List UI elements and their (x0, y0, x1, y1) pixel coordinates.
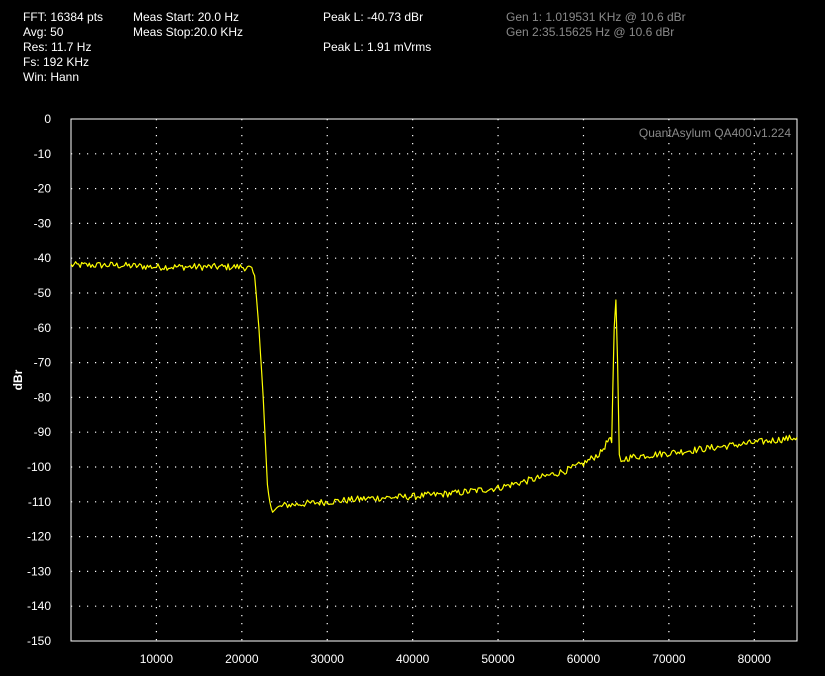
plot-frame (70, 118, 798, 642)
y-tick-label: -130 (27, 564, 51, 578)
y-axis-label: dBr (11, 369, 25, 390)
y-tick-label: -30 (34, 216, 52, 230)
x-tick-label: 20000 (225, 652, 259, 666)
x-axis-ticks: 10000 20000 30000 40000 50000 60000 70000 80000 (140, 652, 772, 666)
y-tick-label: 0 (44, 112, 51, 126)
y-tick-label: -90 (34, 425, 52, 439)
y-tick-label: -110 (28, 495, 51, 509)
y-tick-label: -80 (34, 390, 52, 404)
y-tick-label: -10 (34, 147, 52, 161)
x-tick-label: 50000 (481, 652, 515, 666)
x-tick-label: 60000 (567, 652, 601, 666)
y-tick-label: -140 (27, 599, 51, 613)
y-tick-label: -150 (27, 634, 51, 648)
y-tick-label: -50 (34, 286, 52, 300)
y-tick-label: -40 (34, 251, 52, 265)
y-tick-label: -100 (27, 460, 51, 474)
y-tick-label: -60 (34, 321, 52, 335)
y-tick-label: -70 (34, 356, 52, 370)
y-axis-ticks: 0 -10 -20 -30 -40 -50 -60 -70 -80 -90 -100 -110 -120… (27, 112, 51, 648)
x-tick-label: 30000 (311, 652, 345, 666)
y-tick-label: -20 (34, 182, 52, 196)
y-tick-label: -120 (27, 530, 51, 544)
x-tick-label: 40000 (396, 652, 430, 666)
x-tick-label: 10000 (140, 652, 174, 666)
x-tick-label: 80000 (738, 652, 772, 666)
spectrum-trace (70, 261, 798, 513)
grid (71, 119, 797, 641)
x-tick-label: 70000 (652, 652, 686, 666)
spectrum-plot[interactable]: 0 -10 -20 -30 -40 -50 -60 -70 -80 -90 -100 -110 -120… (0, 0, 825, 676)
app-version-watermark: QuantAsylum QA400 v1.224 (639, 126, 791, 140)
